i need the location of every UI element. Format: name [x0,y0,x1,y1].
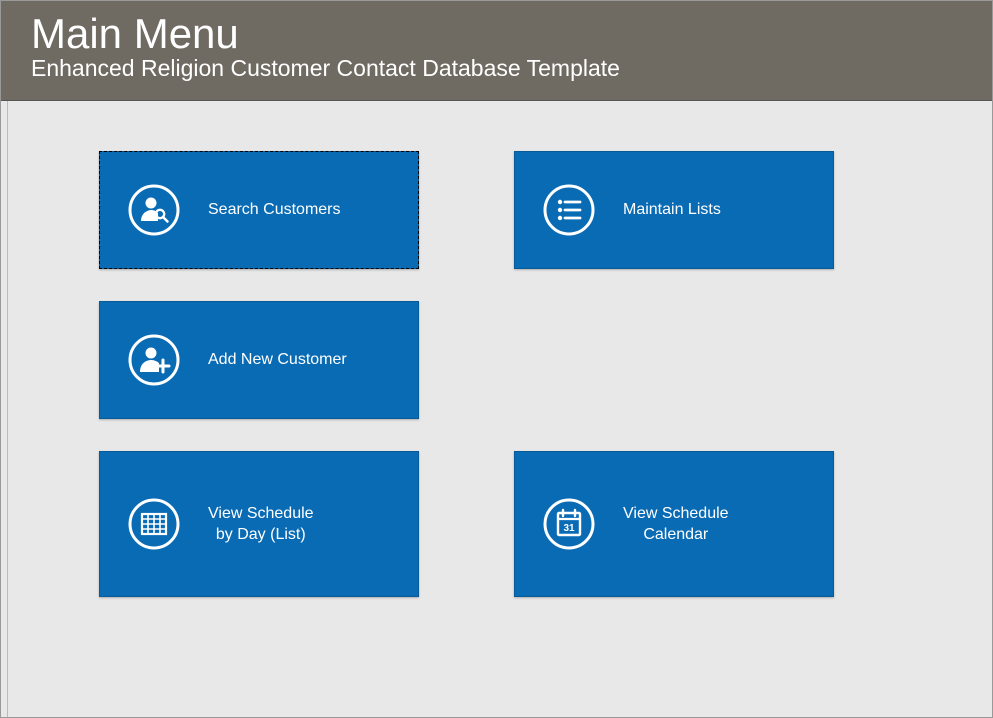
grid-calendar-icon [128,498,180,550]
header: Main Menu Enhanced Religion Customer Con… [1,1,992,101]
content-area: Search Customers Maintain Lists [1,101,992,717]
list-icon [543,184,595,236]
view-schedule-by-day-button[interactable]: View Schedule by Day (List) [99,451,419,597]
person-add-icon [128,334,180,386]
add-new-customer-button[interactable]: Add New Customer [99,301,419,419]
tile-label: View Schedule Calendar [623,503,729,546]
tile-label: Maintain Lists [623,199,721,221]
tile-label: Add New Customer [208,349,347,371]
page-title: Main Menu [31,11,962,57]
svg-text:31: 31 [563,523,575,534]
view-schedule-calendar-button[interactable]: 31 View Schedule Calendar [514,451,834,597]
maintain-lists-button[interactable]: Maintain Lists [514,151,834,269]
tile-label: View Schedule by Day (List) [208,503,314,546]
left-separator [7,101,8,717]
person-search-icon [128,184,180,236]
calendar-date-icon: 31 [543,498,595,550]
search-customers-button[interactable]: Search Customers [99,151,419,269]
empty-cell [514,301,834,419]
page-subtitle: Enhanced Religion Customer Contact Datab… [31,55,962,82]
tile-grid: Search Customers Maintain Lists [99,151,992,597]
tile-label: Search Customers [208,199,341,221]
